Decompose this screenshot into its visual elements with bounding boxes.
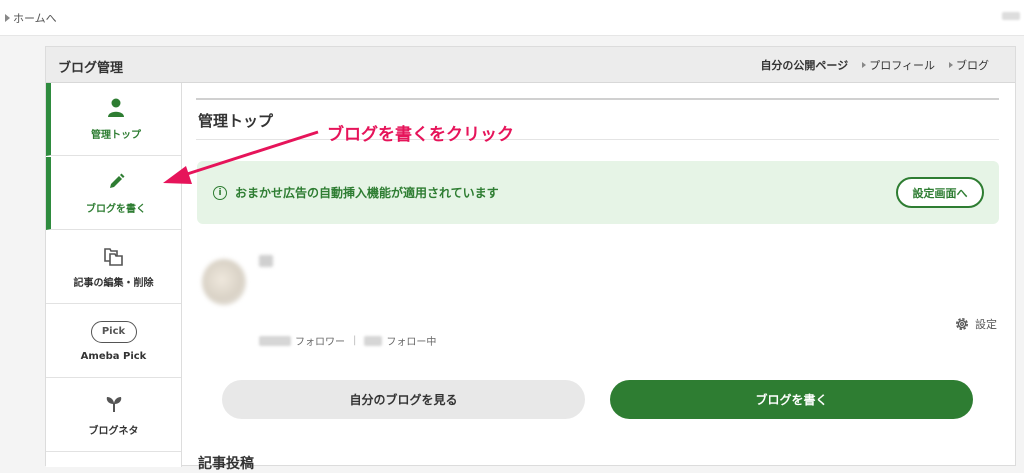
section-title-posting: 記事投稿	[198, 456, 254, 472]
annotation-text: ブログを書くをクリック	[327, 125, 514, 145]
annotation-arrow-icon	[163, 130, 319, 184]
